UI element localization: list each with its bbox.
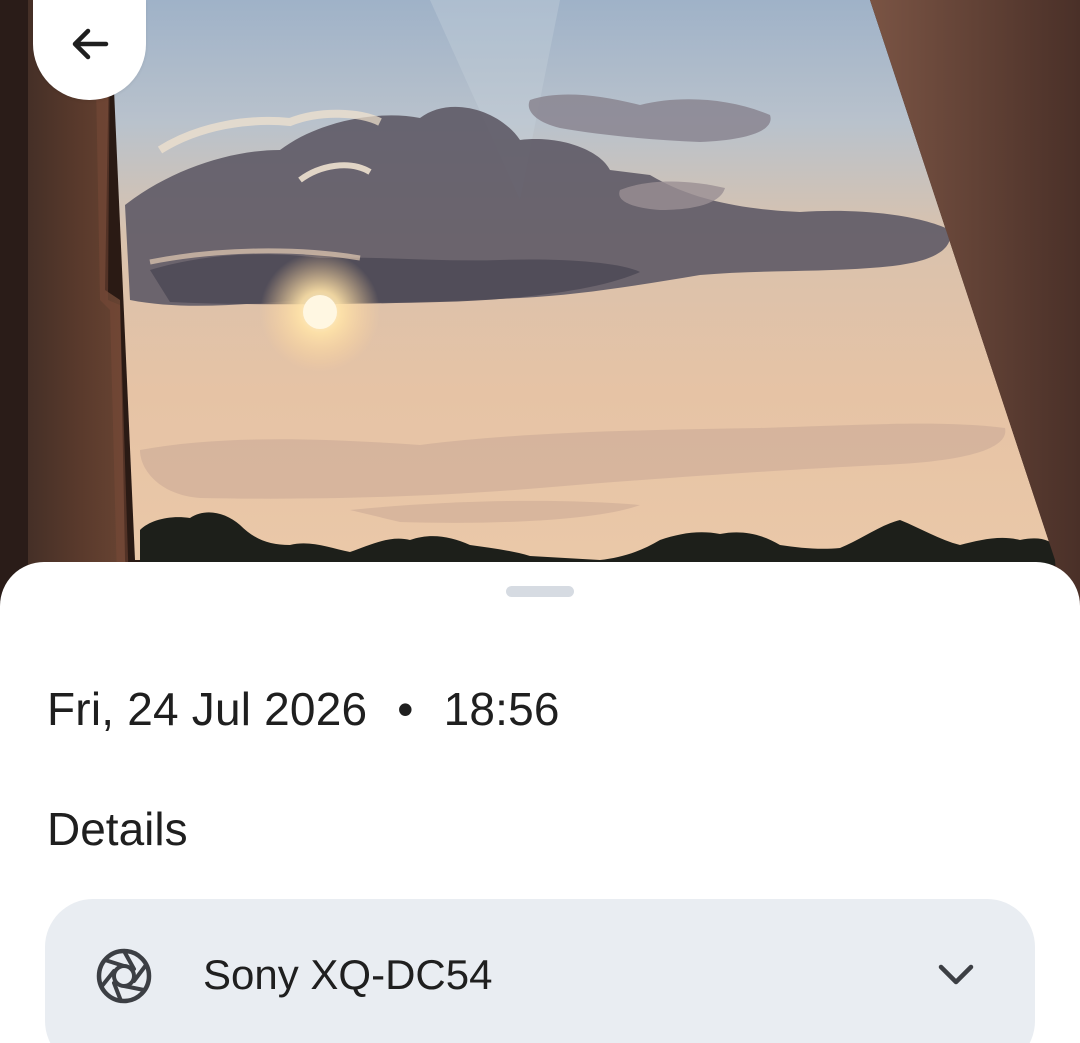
device-details-card[interactable]: Sony XQ-DC54 xyxy=(45,899,1035,1043)
photo-info-screen: Fri, 24 Jul 2026 • 18:56 Details Sony XQ… xyxy=(0,0,1080,1043)
photo-date: Fri, 24 Jul 2026 xyxy=(47,683,368,735)
date-time-separator: • xyxy=(397,683,414,735)
drag-handle[interactable] xyxy=(506,586,574,597)
arrow-left-icon xyxy=(72,28,108,60)
chevron-down-icon[interactable] xyxy=(934,959,978,991)
sunset-photo-image xyxy=(0,0,1080,620)
photo-time: 18:56 xyxy=(443,683,560,735)
photo-info-sheet: Fri, 24 Jul 2026 • 18:56 Details Sony XQ… xyxy=(0,562,1080,1043)
photo-preview[interactable] xyxy=(0,0,1080,620)
camera-aperture-icon xyxy=(96,948,152,1004)
device-name: Sony XQ-DC54 xyxy=(203,951,493,998)
details-heading: Details xyxy=(47,803,188,855)
date-time-row: Fri, 24 Jul 2026 • 18:56 xyxy=(47,679,560,739)
